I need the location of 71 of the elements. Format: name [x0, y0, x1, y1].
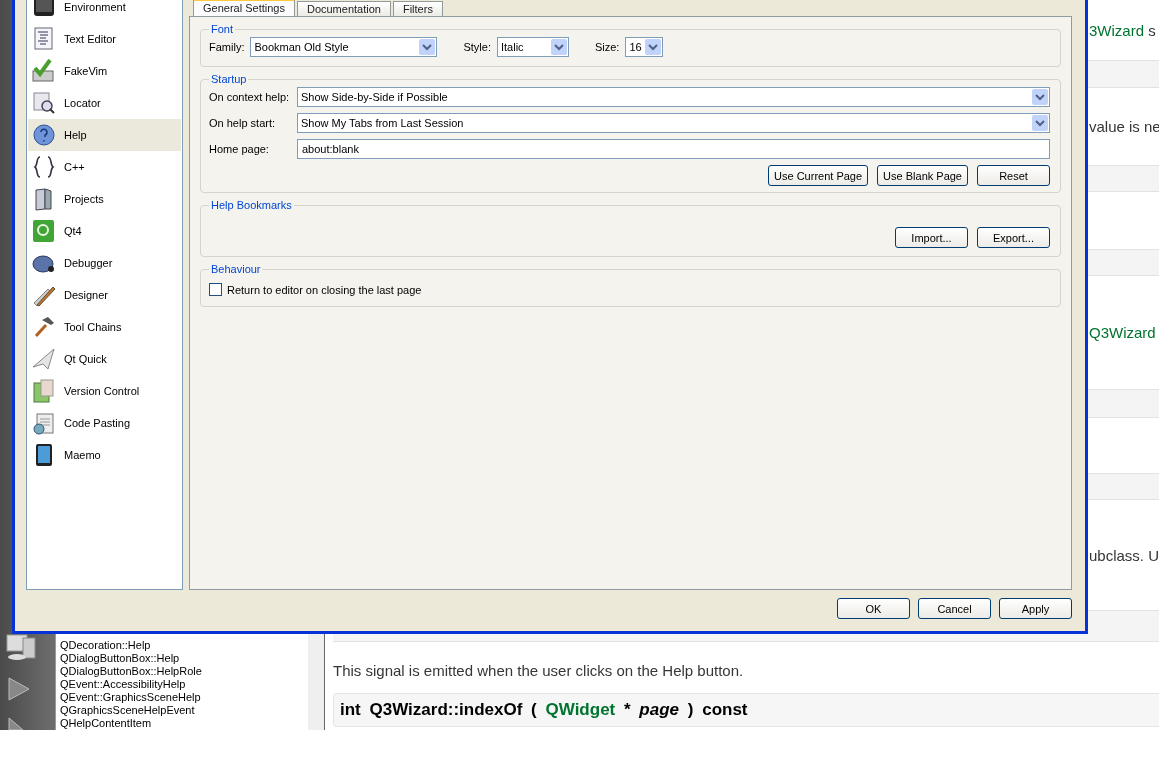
help-start-combo[interactable]: Show My Tabs from Last Session — [297, 113, 1050, 133]
check-mark-icon — [32, 59, 56, 83]
field-label: Size: — [594, 41, 620, 53]
index-item[interactable]: QDecoration::Help — [60, 639, 308, 652]
home-page-field[interactable]: about:blank — [297, 139, 1050, 159]
bookmark-button[interactable]: Import... — [895, 227, 968, 248]
category-item[interactable]: Qt4 — [28, 215, 181, 247]
page-button[interactable]: Use Blank Page — [877, 165, 968, 186]
category-item[interactable]: Version Control — [28, 375, 181, 407]
category-item[interactable]: Qt Quick — [28, 343, 181, 375]
function-signature: int Q3Wizard::indexOf ( QWidget * page ) const — [333, 693, 1159, 727]
file-icon — [32, 379, 56, 403]
category-item[interactable]: Help — [28, 119, 181, 151]
tab[interactable]: Documentation — [296, 1, 391, 16]
badge-icon — [32, 219, 56, 243]
index-item[interactable]: QEvent::GraphicsSceneHelp — [60, 691, 308, 704]
doc-text: 3Wizard s — [1089, 21, 1156, 39]
style-combo[interactable]: Italic — [496, 37, 569, 57]
class-link[interactable]: QWidget — [545, 700, 616, 719]
category-item[interactable]: Code Pasting — [28, 407, 181, 439]
dialog-button[interactable]: Apply — [999, 598, 1072, 619]
index-item[interactable]: QGraphicsSceneHelpEvent — [60, 704, 308, 717]
document-icon — [32, 27, 56, 51]
tab[interactable]: Filters — [392, 1, 443, 16]
screen-icon — [32, 0, 56, 19]
doc-text: ubclass. U — [1089, 546, 1159, 564]
group-title: Help Bookmarks — [210, 199, 293, 211]
category-item[interactable]: Debugger — [28, 247, 181, 279]
doc-text: This signal is emitted when the user clicks on the Help button. — [333, 662, 745, 679]
braces-icon — [32, 155, 56, 179]
class-link[interactable]: Q3Wizard — [1089, 324, 1156, 341]
category-item[interactable]: Locator — [28, 87, 181, 119]
category-item[interactable]: C++ — [28, 151, 181, 183]
category-item[interactable]: Designer — [28, 279, 181, 311]
family-combo[interactable]: Bookman Old Style — [250, 37, 438, 57]
tab[interactable]: General Settings — [193, 0, 295, 16]
computer-icon[interactable] — [5, 632, 39, 662]
page-button[interactable]: Reset — [977, 165, 1050, 186]
index-item[interactable]: QDialogButtonBox::Help — [60, 652, 308, 665]
clipboard-icon — [32, 411, 56, 435]
field-label: On help start: — [209, 117, 277, 129]
dialog-button[interactable]: Cancel — [918, 598, 991, 619]
field-label: Home page: — [209, 143, 270, 155]
category-item[interactable]: Environment — [28, 0, 181, 23]
group-title: Behaviour — [210, 263, 262, 275]
category-item[interactable]: Text Editor — [28, 23, 181, 55]
category-item[interactable]: Maemo — [28, 439, 181, 471]
index-item[interactable]: QHelpContentItem — [60, 717, 308, 730]
paper-plane-icon — [32, 347, 56, 371]
category-item[interactable]: Projects — [28, 183, 181, 215]
field-label: Style: — [463, 41, 491, 53]
checkbox[interactable] — [209, 283, 222, 296]
bookmark-button[interactable]: Export... — [977, 227, 1050, 248]
page-button[interactable]: Use Current Page — [768, 165, 869, 186]
checkbox-label: Return to editor on closing the last page — [227, 283, 422, 296]
category-item[interactable]: FakeVim — [28, 55, 181, 87]
class-link[interactable]: 3Wizard — [1089, 21, 1144, 39]
question-mark-icon — [32, 123, 56, 147]
category-item[interactable]: Tool Chains — [28, 311, 181, 343]
size-combo[interactable]: 16 — [625, 37, 664, 57]
magnifier-icon — [32, 91, 56, 115]
dialog-button[interactable]: OK — [837, 598, 910, 619]
field-label: Family: — [209, 41, 245, 53]
group-title: Startup — [210, 73, 248, 85]
index-item[interactable]: QEvent::AccessibilityHelp — [60, 678, 308, 691]
context-help-combo[interactable]: Show Side-by-Side if Possible — [297, 87, 1050, 107]
field-label: On context help: — [209, 91, 291, 103]
play-icon[interactable] — [5, 676, 31, 702]
hammer-icon — [32, 315, 56, 339]
group-title: Font — [210, 23, 234, 35]
index-item[interactable]: QDialogButtonBox::HelpRole — [60, 665, 308, 678]
